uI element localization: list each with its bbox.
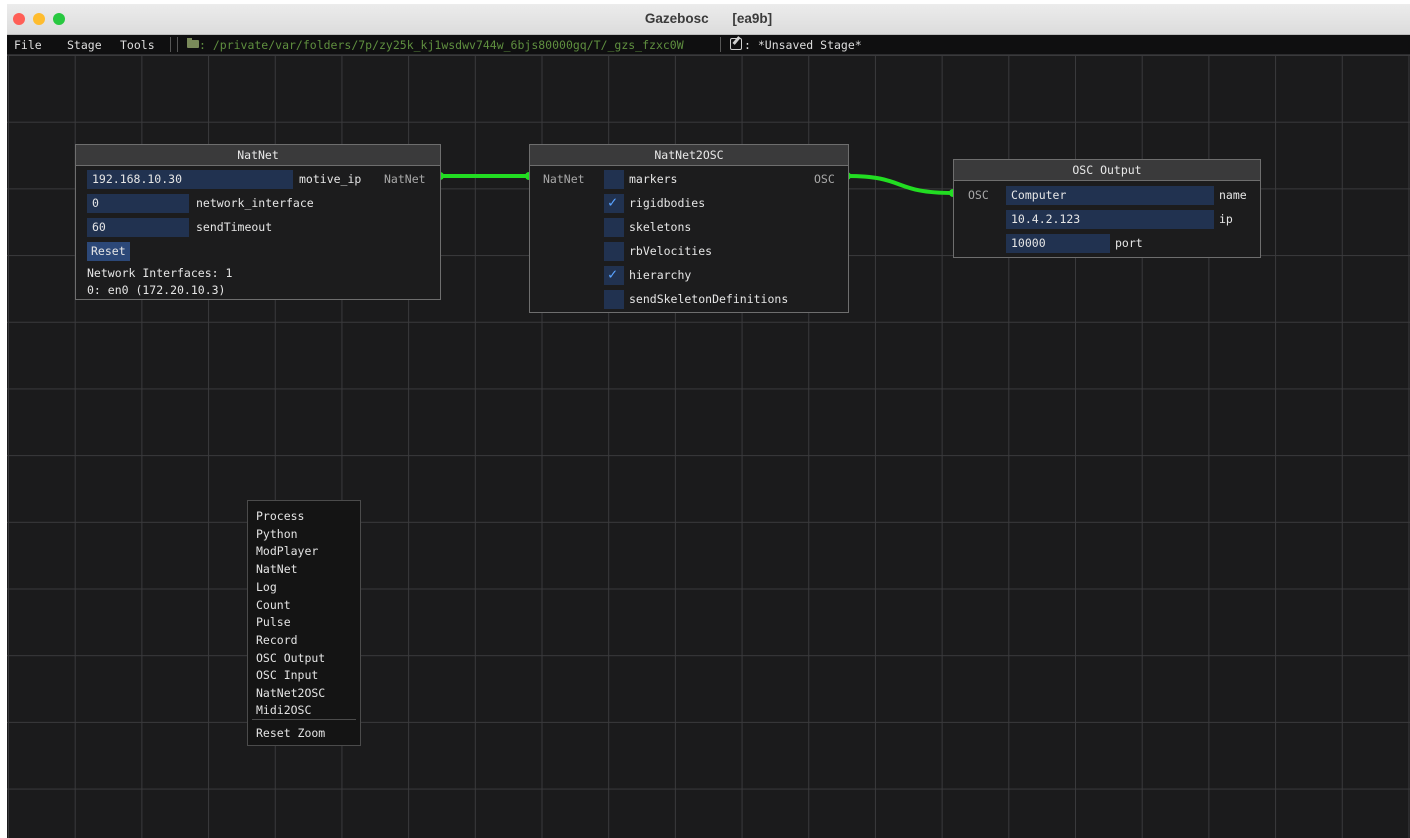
hierarchy-label: hierarchy bbox=[629, 268, 692, 282]
natnet2osc-output-label: OSC bbox=[814, 172, 835, 186]
send-skeleton-definitions-checkbox[interactable] bbox=[604, 290, 624, 309]
title-bar: Gazebosc [ea9b] bbox=[7, 4, 1410, 35]
osc-port-input[interactable]: 10000 bbox=[1006, 234, 1110, 253]
menu-item-record[interactable]: Record bbox=[256, 633, 298, 647]
markers-label: markers bbox=[629, 172, 678, 186]
menu-stage[interactable]: Stage bbox=[67, 38, 102, 52]
node-title[interactable]: NatNet2OSC bbox=[530, 145, 848, 166]
app-name: Gazebosc bbox=[644, 11, 709, 26]
menu-separator bbox=[170, 37, 171, 52]
rbvelocities-checkbox[interactable] bbox=[604, 242, 624, 261]
menu-item-python[interactable]: Python bbox=[256, 527, 298, 541]
skeletons-checkbox[interactable] bbox=[604, 218, 624, 237]
checkmark-icon: ✓ bbox=[608, 193, 618, 211]
motive-ip-label: motive_ip bbox=[299, 172, 362, 186]
hierarchy-checkbox[interactable]: ✓ bbox=[604, 265, 624, 285]
network-interface-label: network_interface bbox=[196, 196, 314, 210]
network-interfaces-count: Network Interfaces: 1 bbox=[87, 266, 233, 280]
osc-name-label: name bbox=[1219, 188, 1247, 202]
stage-name: : *Unsaved Stage* bbox=[744, 38, 862, 52]
send-timeout-label: sendTimeout bbox=[196, 220, 273, 234]
checkmark-icon: ✓ bbox=[608, 265, 618, 283]
send-skeleton-definitions-label: sendSkeletonDefinitions bbox=[629, 292, 789, 306]
skeletons-label: skeletons bbox=[629, 220, 692, 234]
window-id: [ea9b] bbox=[732, 11, 773, 26]
node-title[interactable]: OSC Output bbox=[954, 160, 1260, 181]
natnet2osc-input-label: NatNet bbox=[543, 172, 585, 186]
menu-item-modplayer[interactable]: ModPlayer bbox=[256, 544, 318, 558]
menu-item-natnet[interactable]: NatNet bbox=[256, 562, 298, 576]
menu-file[interactable]: File bbox=[14, 38, 42, 52]
motive-ip-input[interactable]: 192.168.10.30 bbox=[87, 170, 293, 189]
osc-output-input-label: OSC bbox=[968, 188, 989, 202]
menu-item-pulse[interactable]: Pulse bbox=[256, 615, 291, 629]
rigidbodies-checkbox[interactable]: ✓ bbox=[604, 193, 624, 213]
node-title[interactable]: NatNet bbox=[76, 145, 440, 166]
menu-item-midi2osc[interactable]: Midi2OSC bbox=[256, 703, 311, 717]
window-title: Gazebosc [ea9b] bbox=[7, 11, 1410, 26]
folder-icon bbox=[187, 38, 199, 48]
natnet2osc-node[interactable]: NatNet2OSC NatNet OSC markers ✓ rigidbod… bbox=[529, 144, 849, 313]
network-interface-input[interactable]: 0 bbox=[87, 194, 189, 213]
menu-bar: File Stage Tools : /private/var/folders/… bbox=[7, 35, 1410, 55]
app-window: Gazebosc [ea9b] File Stage Tools : /priv… bbox=[7, 4, 1410, 838]
osc-ip-label: ip bbox=[1219, 212, 1233, 226]
send-timeout-input[interactable]: 60 bbox=[87, 218, 189, 237]
osc-port-label: port bbox=[1115, 236, 1143, 250]
menu-tools[interactable]: Tools bbox=[120, 38, 155, 52]
osc-ip-input[interactable]: 10.4.2.123 bbox=[1006, 210, 1214, 229]
menu-item-osc-output[interactable]: OSC Output bbox=[256, 651, 325, 665]
network-interface-entry: 0: en0 (172.20.10.3) bbox=[87, 283, 226, 297]
menu-item-reset-zoom[interactable]: Reset Zoom bbox=[256, 726, 325, 740]
menu-item-process[interactable]: Process bbox=[256, 509, 304, 523]
menu-separator bbox=[177, 37, 178, 52]
stage-path: : /private/var/folders/7p/zy25k_kj1wsdwv… bbox=[199, 38, 684, 52]
edit-icon[interactable] bbox=[730, 38, 742, 50]
menu-item-count[interactable]: Count bbox=[256, 598, 291, 612]
natnet-node[interactable]: NatNet 192.168.10.30 motive_ip NatNet 0 … bbox=[75, 144, 441, 300]
natnet-output-label: NatNet bbox=[384, 172, 426, 186]
menu-item-osc-input[interactable]: OSC Input bbox=[256, 668, 318, 682]
rigidbodies-label: rigidbodies bbox=[629, 196, 706, 210]
menu-item-log[interactable]: Log bbox=[256, 580, 277, 594]
menu-separator bbox=[720, 37, 721, 52]
add-node-context-menu: Process Python ModPlayer NatNet Log Coun… bbox=[247, 500, 361, 746]
osc-output-node[interactable]: OSC Output OSC Computer name 10.4.2.123 … bbox=[953, 159, 1261, 258]
markers-checkbox[interactable] bbox=[604, 170, 624, 189]
rbvelocities-label: rbVelocities bbox=[629, 244, 713, 258]
osc-name-input[interactable]: Computer bbox=[1006, 186, 1214, 205]
menu-divider bbox=[252, 719, 356, 720]
reset-button[interactable]: Reset bbox=[87, 242, 130, 261]
menu-item-natnet2osc[interactable]: NatNet2OSC bbox=[256, 686, 325, 700]
